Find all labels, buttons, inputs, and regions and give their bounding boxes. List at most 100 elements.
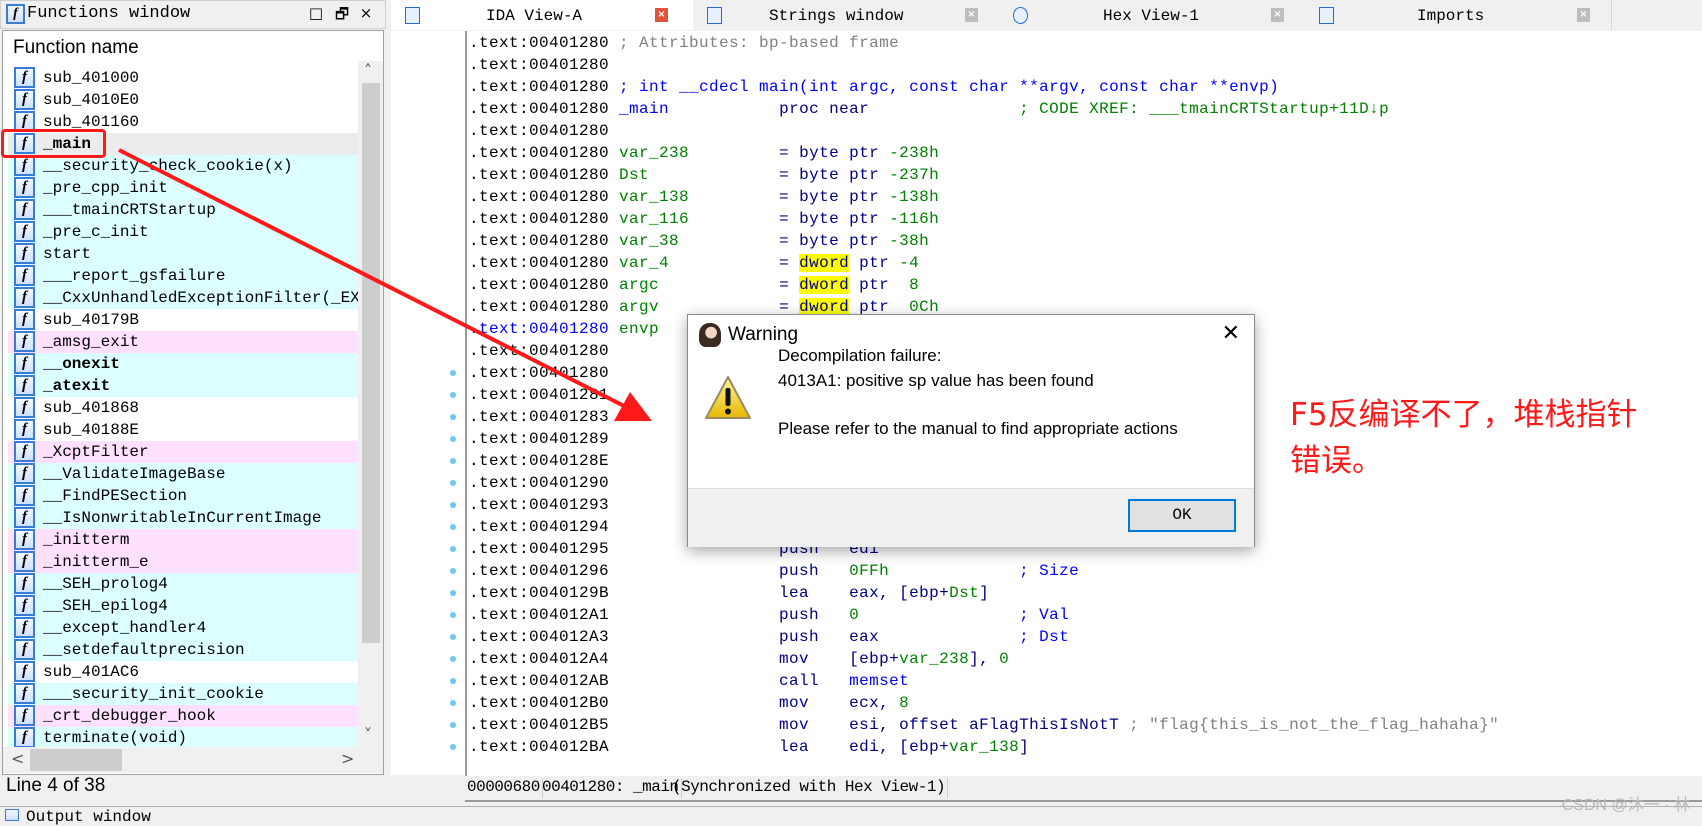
function-list-item[interactable]: f sub_401868 [8, 397, 359, 419]
close-tab-icon[interactable]: × [655, 8, 668, 22]
function-list-item[interactable]: f _XcptFilter [8, 441, 359, 463]
function-list-item[interactable]: f _initterm [8, 529, 359, 551]
horizontal-scrollbar[interactable]: < > [3, 747, 383, 773]
disassembly-line[interactable]: .text:00401280 _main proc near ; CODE XR… [469, 98, 1389, 120]
disassembly-line[interactable]: .text:00401280 argc = dword ptr 8 [469, 274, 919, 296]
function-icon: f [14, 551, 35, 572]
vertical-scrollbar[interactable]: ˄ ˅ [358, 61, 383, 751]
annotation-line1: F5反编译不了，堆栈指针 [1290, 397, 1638, 433]
function-list-item[interactable]: f __CxxUnhandledExceptionFilter(_EXCE [8, 287, 379, 309]
line-address: .text:00401280 [469, 144, 610, 162]
disassembly-line[interactable]: .text:004012B5 mov esi, offset aFlagThis… [469, 714, 1499, 736]
tab-hex-view-1[interactable]: Hex View-1 × [999, 0, 1306, 30]
function-list-item[interactable]: f __onexit [8, 353, 359, 375]
disassembly-line[interactable]: .text:00401283 [469, 406, 609, 428]
disassembly-line[interactable]: .text:00401280 Dst = byte ptr -237h [469, 164, 939, 186]
function-list-item[interactable]: f start [8, 243, 359, 265]
disassembly-line[interactable]: .text:004012BA lea edi, [ebp+var_138] [469, 736, 1029, 758]
function-list-item[interactable]: f terminate(void) [8, 727, 359, 749]
disassembly-line[interactable]: .text:0040128E [469, 450, 609, 472]
disassembly-line[interactable]: .text:00401280 var_38 = byte ptr -38h [469, 230, 929, 252]
disassembly-line[interactable]: .text:00401280 [469, 54, 609, 76]
disassembly-line[interactable]: .text:00401280 [469, 340, 609, 362]
function-list-item[interactable]: f _crt_debugger_hook [8, 705, 359, 727]
line-address: .text:00401281 [469, 386, 610, 404]
close-tab-icon[interactable]: × [965, 8, 978, 22]
tab-ida-view-a[interactable]: IDA View-A × [391, 0, 694, 30]
close-button[interactable]: × [356, 4, 376, 22]
function-list-item[interactable]: f sub_401AC6 [8, 661, 359, 683]
disassembly-line[interactable]: .text:00401290 [469, 472, 609, 494]
float-button[interactable]: 🗗 [332, 4, 352, 29]
function-list-item[interactable]: f _pre_c_init [8, 221, 359, 243]
function-list-item[interactable]: f _initterm_e [8, 551, 359, 573]
chevron-left-icon[interactable]: < [11, 749, 24, 768]
disassembly-line[interactable]: .text:00401280 var_116 = byte ptr -116h [469, 208, 939, 230]
disassembly-line[interactable]: .text:004012A3 push eax ; Dst [469, 626, 1069, 648]
function-name: __SEH_epilog4 [43, 597, 168, 615]
function-list-item[interactable]: f _amsg_exit [8, 331, 359, 353]
function-list-item[interactable]: f __security_check_cookie(x) [8, 155, 359, 177]
close-tab-icon[interactable]: × [1271, 8, 1284, 22]
disassembly-line[interactable]: .text:00401296 push 0FFh ; Size [469, 560, 1079, 582]
disassembly-line[interactable]: .text:00401280 ; int __cdecl main(int ar… [469, 76, 1279, 98]
scrollbar-thumb[interactable] [362, 83, 380, 643]
function-list-item[interactable]: f __SEH_prolog4 [8, 573, 359, 595]
function-list-item[interactable]: f sub_40188E [8, 419, 359, 441]
function-icon: f [6, 4, 25, 24]
function-list-item[interactable]: f __setdefaultprecision [8, 639, 359, 661]
function-name: ___tmainCRTStartup [43, 201, 216, 219]
tab-strings-window[interactable]: Strings window × [693, 0, 1000, 30]
function-list-item[interactable]: f sub_4010E0 [8, 89, 359, 111]
code-token: var_138 [609, 188, 690, 206]
close-tab-icon[interactable]: × [1577, 8, 1590, 22]
maximize-button[interactable]: □ [306, 4, 326, 22]
disassembly-line[interactable]: .text:00401294 [469, 516, 609, 538]
disassembly-line[interactable]: .text:00401280 var_238 = byte ptr -238h [469, 142, 939, 164]
disassembly-line[interactable]: .text:00401293 [469, 494, 609, 516]
function-icon: f [14, 485, 35, 506]
function-list-item[interactable]: f __FindPESection [8, 485, 359, 507]
disassembly-line[interactable]: .text:004012A4 mov [ebp+var_238], 0 [469, 648, 1009, 670]
function-name: terminate(void) [43, 729, 188, 747]
disassembly-line[interactable]: .text:00401280 var_138 = byte ptr -138h [469, 186, 939, 208]
close-icon[interactable]: ✕ [1222, 321, 1240, 346]
disassembly-line[interactable]: .text:00401280 ; Attributes: bp-based fr… [469, 32, 899, 54]
function-list-item[interactable]: f __except_handler4 [8, 617, 359, 639]
function-list-item[interactable]: f __SEH_epilog4 [8, 595, 359, 617]
function-list-item[interactable]: f _pre_cpp_init [8, 177, 359, 199]
function-icon: f [14, 507, 35, 528]
scrollbar-thumb[interactable] [30, 749, 122, 771]
function-list-item[interactable]: f ___report_gsfailure [8, 265, 359, 287]
output-window-bar[interactable]: Output window [0, 806, 1702, 826]
disassembly-line[interactable]: .text:00401280 envp [469, 318, 659, 340]
tab-imports[interactable]: Imports × [1305, 0, 1612, 30]
function-list-item[interactable]: f __IsNonwritableInCurrentImage [8, 507, 359, 529]
disassembly-line[interactable]: .text:00401280 [469, 120, 609, 142]
disassembly-line[interactable]: .text:00401281 [469, 384, 609, 406]
chevron-down-icon[interactable]: ˅ [364, 725, 372, 744]
line-address: .text:004012B5 [469, 716, 610, 734]
function-list-item[interactable]: f sub_401000 [8, 67, 359, 89]
function-list-item[interactable]: f ___security_init_cookie [8, 683, 359, 705]
function-name: ___report_gsfailure [43, 267, 226, 285]
function-list-item[interactable]: f _atexit [8, 375, 359, 397]
chevron-right-icon[interactable]: > [341, 749, 354, 768]
function-list-item[interactable]: f sub_40179B [8, 309, 359, 331]
flow-dot-icon [450, 458, 456, 464]
flow-dot-icon [450, 678, 456, 684]
disassembly-line[interactable]: .text:0040129B lea eax, [ebp+Dst] [469, 582, 989, 604]
line-address: .text:0040129B [469, 584, 610, 602]
chevron-up-icon[interactable]: ˄ [364, 61, 372, 80]
ok-button[interactable]: OK [1128, 499, 1236, 532]
function-list-item[interactable]: f __ValidateImageBase [8, 463, 359, 485]
disassembly-line[interactable]: .text:004012B0 mov ecx, 8 [469, 692, 909, 714]
disassembly-line[interactable]: .text:00401280 var_4 = dword ptr -4 [469, 252, 919, 274]
function-list-item[interactable]: f ___tmainCRTStartup [8, 199, 359, 221]
line-address: .text:004012AB [469, 672, 610, 690]
disassembly-line[interactable]: .text:004012A1 push 0 ; Val [469, 604, 1069, 626]
disassembly-line[interactable]: .text:00401289 [469, 428, 609, 450]
disassembly-line[interactable]: .text:004012AB call memset [469, 670, 909, 692]
disassembly-line[interactable]: .text:00401280 [469, 362, 609, 384]
column-header-function-name[interactable]: Function name [13, 37, 139, 59]
